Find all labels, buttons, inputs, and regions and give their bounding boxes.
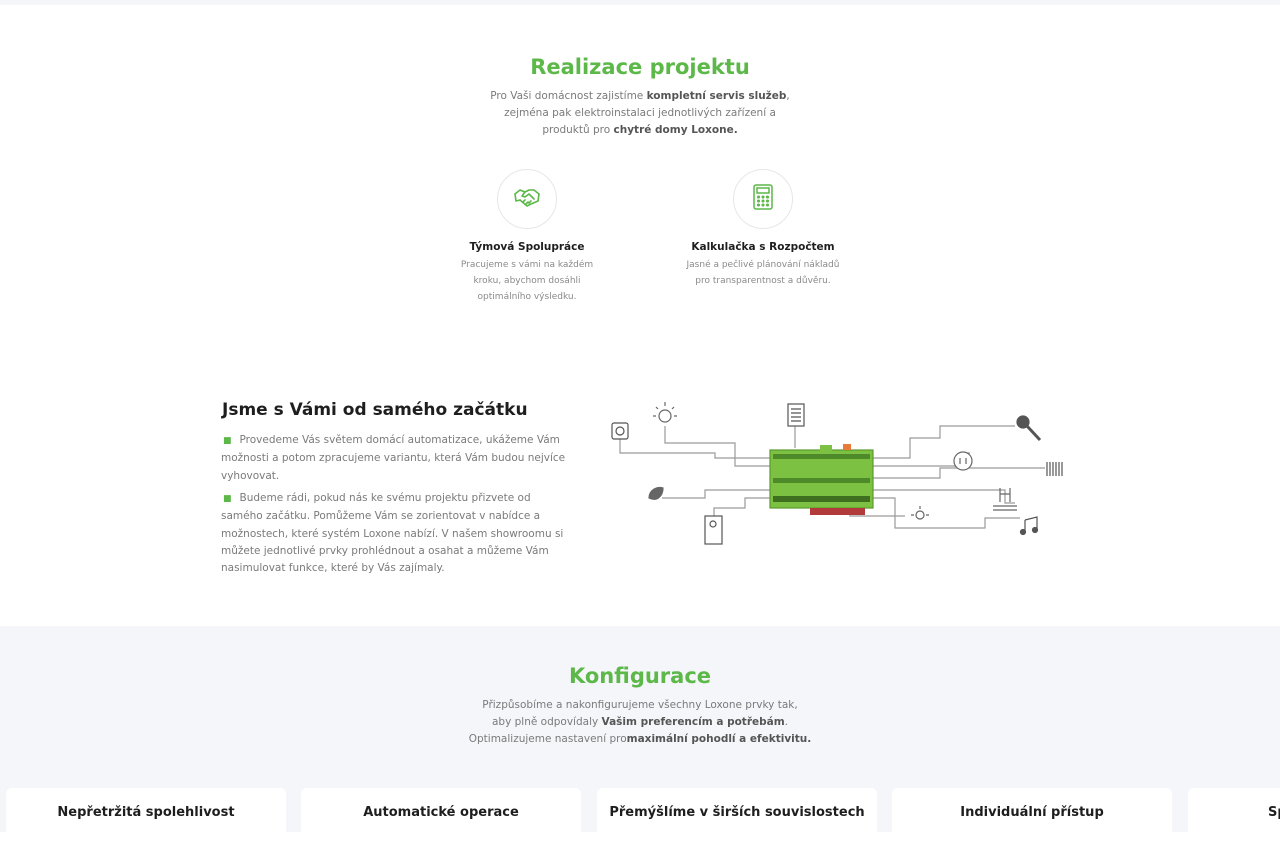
calculator-icon — [752, 184, 774, 214]
top-strip — [0, 0, 1280, 5]
desc-text: , — [786, 90, 790, 102]
feature-title: Týmová Spolupráce — [469, 241, 585, 253]
feature-description: Jasné a pečlivé plánování nákladů pro tr… — [686, 260, 840, 286]
desc-emphasis: chytré domy Loxone. — [613, 124, 738, 136]
feature-icon-circle — [733, 169, 793, 229]
realizace-description: Pro Vaši domácnost zajistíme kompletní s… — [440, 88, 840, 139]
konfigurace-title: Konfigurace — [568, 664, 712, 688]
card-title: Automatické operace — [363, 805, 519, 820]
feature-icon-circle — [497, 169, 557, 229]
card-title: Sp — [1268, 805, 1280, 820]
card-title: Individuální přístup — [960, 805, 1104, 820]
jsme-bullet: ■ Budeme rádi, pokud nás ke svému projekt… — [221, 490, 571, 577]
bullet-dot-icon: ■ — [223, 436, 232, 446]
bullet-text: Budeme rádi, pokud nás ke svému projektu… — [221, 492, 564, 575]
card-title: Přemýšlíme v širších souvislostech — [609, 805, 865, 820]
desc-emphasis: kompletní servis služeb — [646, 90, 787, 102]
jsme-bullet: ■ Provedeme Vás světem domácí automatizac… — [221, 432, 571, 485]
loxone-system-diagram — [605, 398, 1070, 550]
desc-text: Pro Vaši domácnost zajistíme — [490, 90, 647, 102]
bullet-text: Provedeme Vás světem domácí automatizace… — [221, 434, 566, 482]
handshake-icon — [513, 185, 541, 213]
bullet-dot-icon: ■ — [223, 494, 232, 504]
feature-description: Pracujeme s vámi na každém kroku, abycho… — [460, 260, 594, 302]
feature-card: Nepřetržitá spolehlivost — [6, 788, 286, 848]
feature-card: Sp — [1188, 788, 1280, 848]
card-title: Nepřetržitá spolehlivost — [57, 805, 235, 820]
konfigurace-description: Přizpůsobíme a nakonfigurujeme všechny L… — [440, 697, 840, 748]
jsme-title: Jsme s Vámi od samého začátku — [222, 400, 528, 420]
desc-text: aby plně odpovídaly — [491, 716, 602, 728]
desc-emphasis: maximální pohodlí a efektivitu. — [626, 733, 812, 745]
feature-card: Přemýšlíme v širších souvislostech — [597, 788, 877, 848]
desc-emphasis: Vašim preferencím a potřebám — [601, 716, 785, 728]
desc-text: zejména pak elektroinstalaci jednotlivýc… — [504, 107, 776, 119]
desc-text: Optimalizujeme nastavení pro — [468, 733, 627, 745]
feature-calculator: Kalkulačka s Rozpočtem Jasné a pečlivé p… — [678, 169, 848, 289]
desc-text: . — [784, 716, 789, 728]
feature-title: Kalkulačka s Rozpočtem — [691, 241, 835, 253]
feature-team: Týmová Spolupráce Pracujeme s vámi na ka… — [442, 169, 612, 305]
desc-text: Přizpůsobíme a nakonfigurujeme všechny L… — [482, 699, 798, 711]
feature-card: Individuální přístup — [892, 788, 1172, 848]
desc-text: produktů pro — [542, 124, 614, 136]
feature-card: Automatické operace — [301, 788, 581, 848]
realizace-title: Realizace projektu — [530, 55, 750, 79]
